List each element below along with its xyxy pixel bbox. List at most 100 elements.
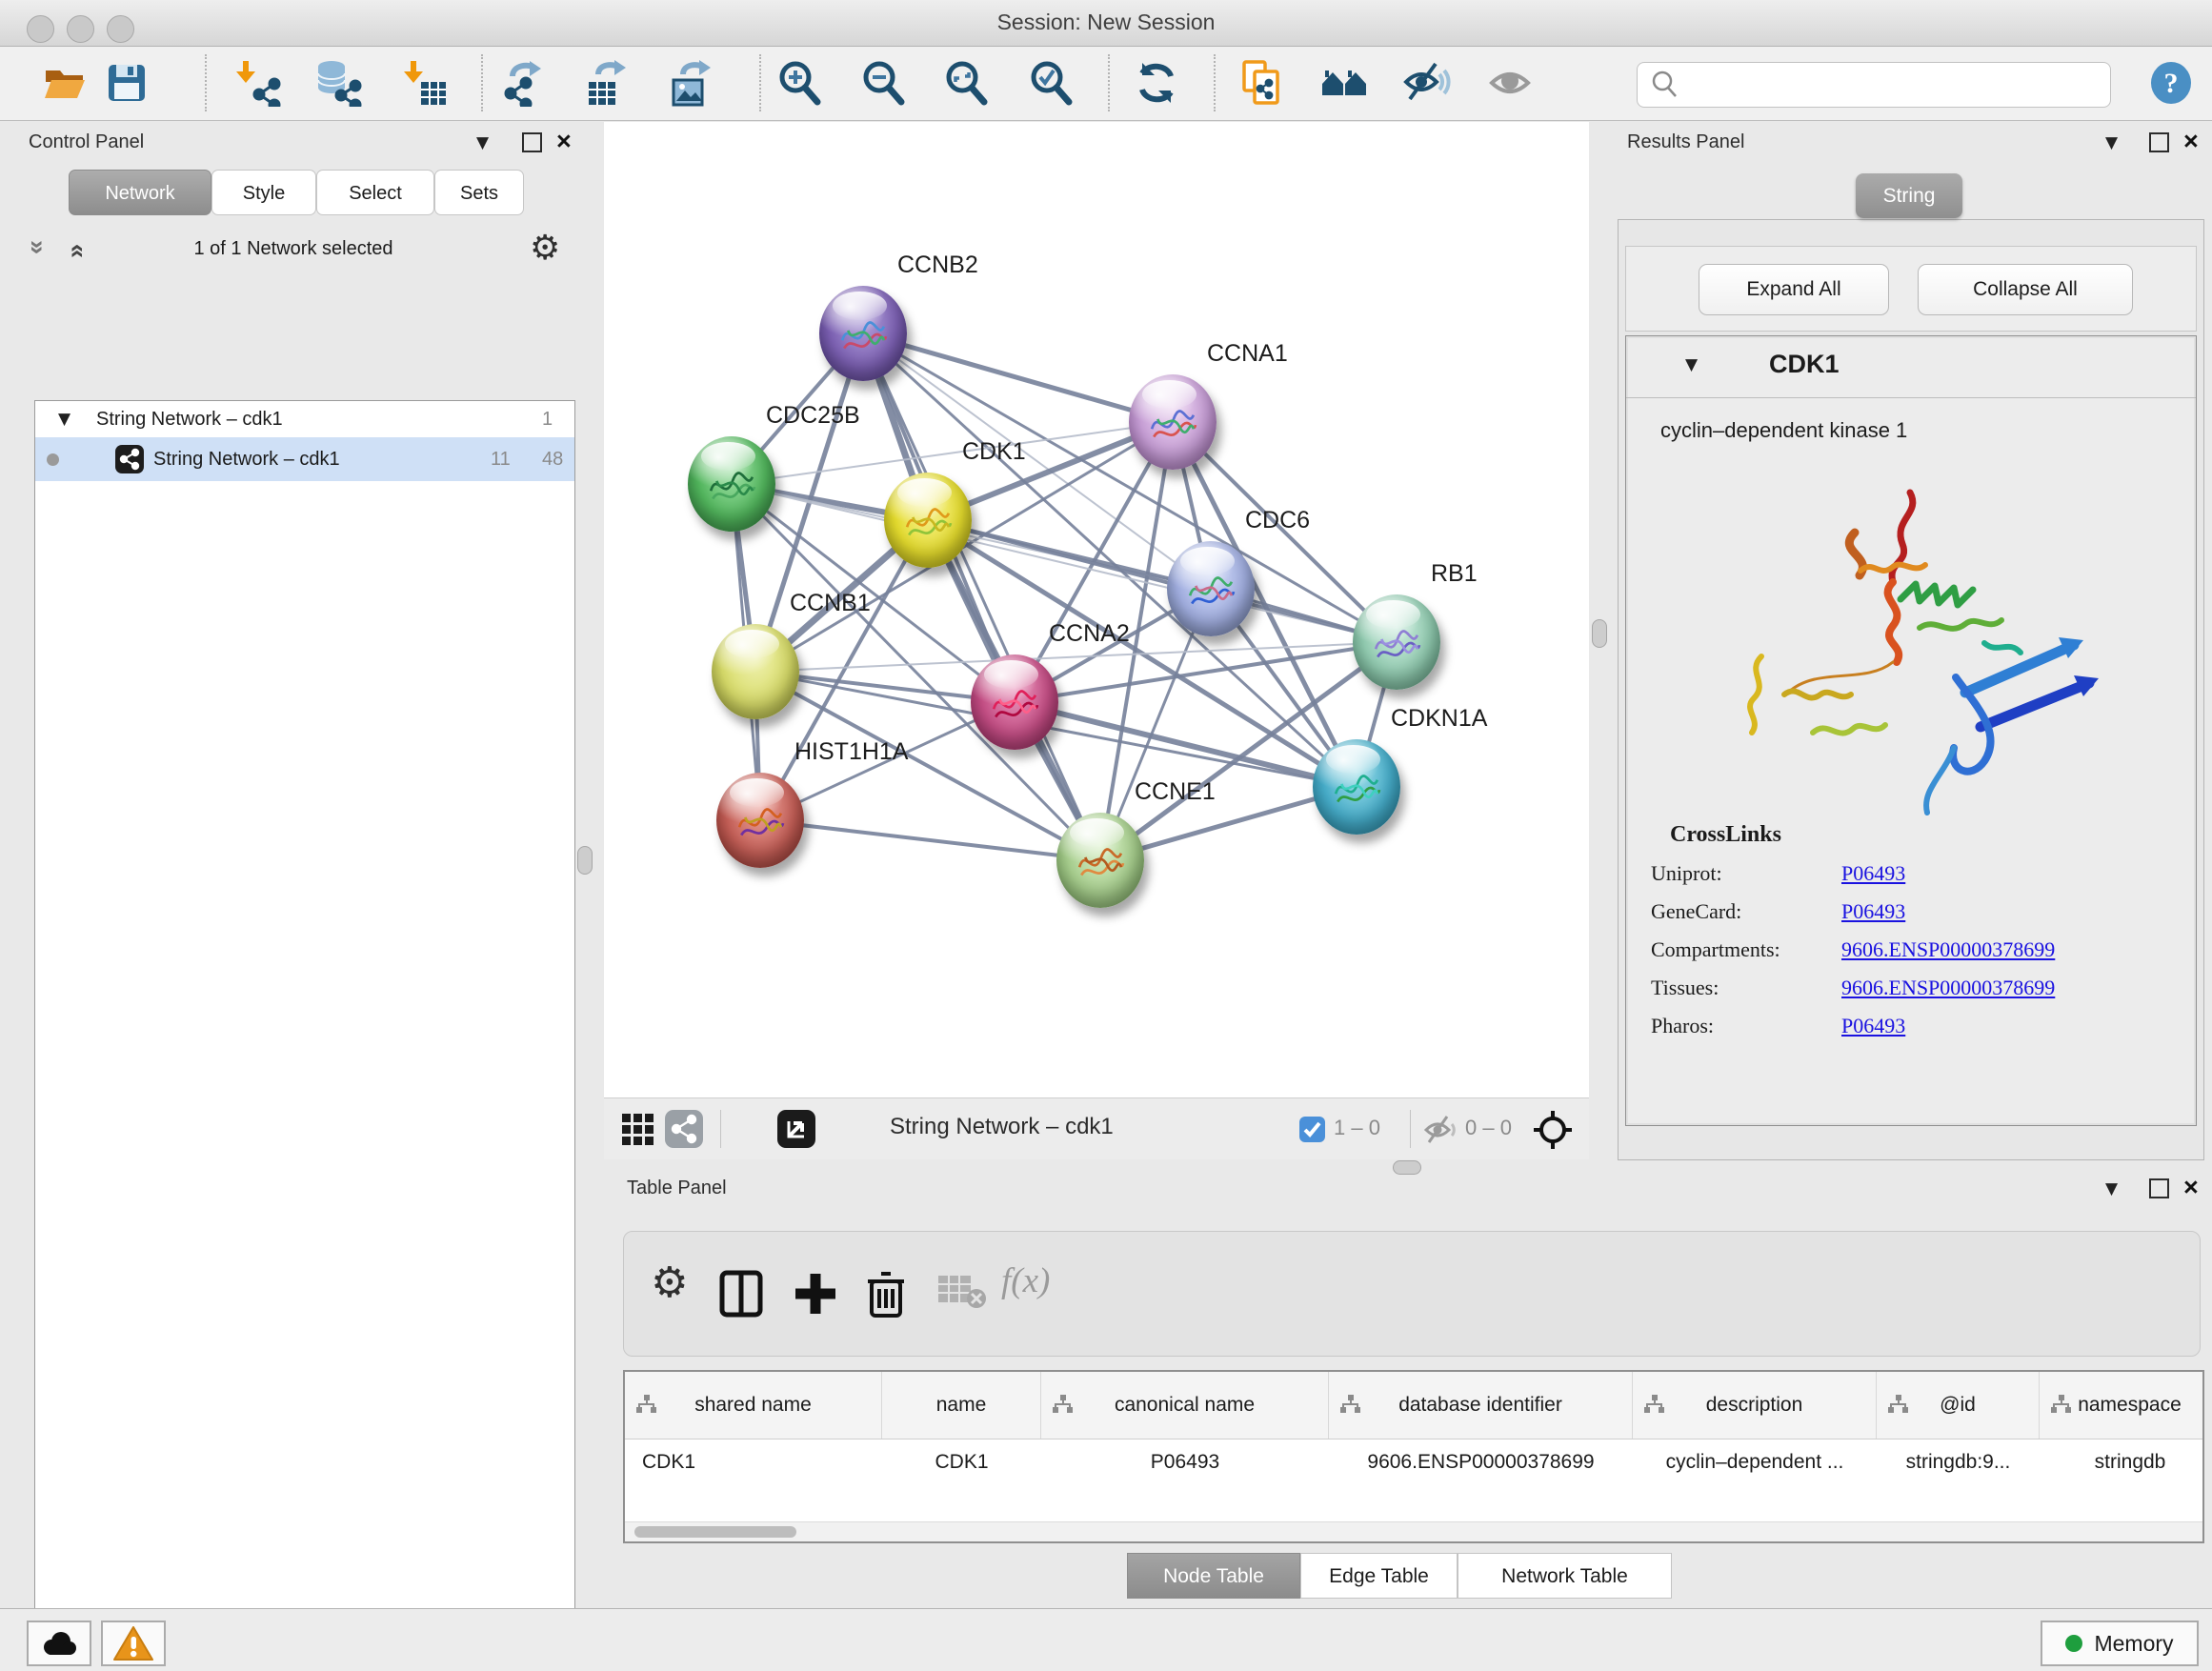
network-row-selected[interactable]: String Network – cdk1 11 48 xyxy=(35,437,574,481)
cell-@id[interactable]: stringdb:9... xyxy=(1877,1439,2040,1486)
network-collection-row[interactable]: ▼ String Network – cdk1 1 xyxy=(35,401,574,437)
network-node-HIST1H1A[interactable] xyxy=(716,773,804,868)
table-settings-gear-icon[interactable]: ⚙ xyxy=(651,1258,688,1307)
cell-canonical-name[interactable]: P06493 xyxy=(1041,1439,1329,1486)
search-box[interactable] xyxy=(1637,62,2111,108)
right-splitter-handle[interactable] xyxy=(1592,619,1607,648)
birds-eye-view-icon[interactable] xyxy=(1533,1110,1573,1155)
panel-collapse-icon[interactable]: ▼ xyxy=(2105,133,2118,152)
tab-string[interactable]: String xyxy=(1856,173,1962,218)
delete-table-icon[interactable] xyxy=(936,1270,986,1317)
cell-namespace[interactable]: stringdb xyxy=(2040,1439,2204,1486)
crosslink-link[interactable]: P06493 xyxy=(1841,1014,1905,1037)
zoom-out-icon[interactable] xyxy=(859,59,907,107)
column-header-namespace[interactable]: namespace xyxy=(2040,1372,2204,1439)
open-session-icon[interactable] xyxy=(41,59,89,107)
collapse-all-button[interactable]: Collapse All xyxy=(1918,264,2133,315)
network-node-CDC25B[interactable] xyxy=(688,436,775,532)
export-network-icon[interactable] xyxy=(501,59,549,107)
delete-column-trash-icon[interactable] xyxy=(864,1270,908,1324)
column-header-description[interactable]: description xyxy=(1633,1372,1877,1439)
network-node-CDK1[interactable] xyxy=(884,473,972,568)
crosslink-link[interactable]: 9606.ENSP00000378699 xyxy=(1841,976,2055,999)
network-canvas[interactable]: CCNB2CCNA1CDC25BCDK1CDC6RB1CCNB1CCNA2CDK… xyxy=(604,122,1589,1097)
network-node-CCNA1[interactable] xyxy=(1129,374,1217,470)
import-network-file-icon[interactable] xyxy=(234,59,282,107)
network-node-CDC6[interactable] xyxy=(1167,541,1255,636)
column-header-canonical-name[interactable]: canonical name xyxy=(1041,1372,1329,1439)
scrollbar-thumb[interactable] xyxy=(634,1526,796,1538)
horizontal-splitter-handle[interactable] xyxy=(1393,1160,1421,1175)
crosslink-link[interactable]: P06493 xyxy=(1841,899,1905,923)
column-header-shared-name[interactable]: shared name xyxy=(625,1372,882,1439)
network-node-RB1[interactable] xyxy=(1353,594,1440,690)
collection-expander-icon[interactable]: ▼ xyxy=(58,401,70,437)
network-node-CDKN1A[interactable] xyxy=(1313,739,1400,835)
export-image-icon[interactable] xyxy=(668,59,715,107)
import-network-database-icon[interactable] xyxy=(314,59,362,107)
crosslink-link[interactable]: 9606.ENSP00000378699 xyxy=(1841,937,2055,961)
collapse-all-networks-icon[interactable]: » xyxy=(23,240,52,254)
tab-node-table[interactable]: Node Table xyxy=(1127,1553,1300,1599)
network-node-CCNE1[interactable] xyxy=(1056,813,1144,908)
cell-shared-name[interactable]: CDK1 xyxy=(625,1439,882,1486)
crosslink-link[interactable]: P06493 xyxy=(1841,861,1905,885)
hide-selected-eye-slash-icon[interactable] xyxy=(1403,59,1451,107)
zoom-selected-icon[interactable] xyxy=(1027,59,1075,107)
cell-database-identifier[interactable]: 9606.ENSP00000378699 xyxy=(1329,1439,1633,1486)
panel-float-icon[interactable] xyxy=(522,132,542,152)
cloud-services-button[interactable] xyxy=(27,1621,91,1666)
import-table-file-icon[interactable] xyxy=(402,59,450,107)
zoom-in-icon[interactable] xyxy=(775,59,823,107)
expand-all-networks-icon[interactable]: » xyxy=(61,244,90,258)
cell-name[interactable]: CDK1 xyxy=(882,1439,1041,1486)
protein-card-header[interactable]: ▼ CDK1 xyxy=(1626,336,2196,398)
cell-description[interactable]: cyclin–dependent ... xyxy=(1633,1439,1877,1486)
collapse-protein-icon[interactable]: ▼ xyxy=(1685,355,1698,374)
tab-select[interactable]: Select xyxy=(316,170,434,215)
show-columns-icon[interactable] xyxy=(719,1270,763,1322)
zoom-fit-icon[interactable] xyxy=(942,59,990,107)
create-column-icon[interactable] xyxy=(794,1270,837,1322)
network-node-CCNA2[interactable] xyxy=(971,654,1058,750)
panel-collapse-icon[interactable]: ▼ xyxy=(476,133,489,152)
column-header-database-identifier[interactable]: database identifier xyxy=(1329,1372,1633,1439)
panel-collapse-icon[interactable]: ▼ xyxy=(2105,1179,2118,1198)
network-node-CCNB1[interactable] xyxy=(712,624,799,719)
tab-network[interactable]: Network xyxy=(69,170,211,215)
expand-all-button[interactable]: Expand All xyxy=(1699,264,1889,315)
panel-float-icon[interactable] xyxy=(2149,1178,2169,1198)
save-session-icon[interactable] xyxy=(103,59,151,107)
network-view-icon[interactable] xyxy=(665,1110,703,1148)
edge-CDK1-RB1[interactable] xyxy=(928,520,1397,642)
warnings-button[interactable] xyxy=(101,1621,166,1666)
panel-close-icon[interactable]: × xyxy=(556,131,572,151)
network-node-CCNB2[interactable] xyxy=(819,286,907,381)
panel-close-icon[interactable]: × xyxy=(2183,131,2199,151)
export-table-icon[interactable] xyxy=(583,59,631,107)
detach-view-icon[interactable] xyxy=(777,1110,815,1148)
memory-button[interactable]: Memory xyxy=(2041,1621,2199,1666)
edge-CCNB2-CCNE1[interactable] xyxy=(863,333,1100,860)
selected-nodes-checkbox-icon[interactable] xyxy=(1299,1117,1325,1142)
tab-network-table[interactable]: Network Table xyxy=(1458,1553,1672,1599)
help-icon[interactable]: ? xyxy=(2149,61,2197,109)
panel-close-icon[interactable]: × xyxy=(2183,1178,2199,1197)
panel-float-icon[interactable] xyxy=(2149,132,2169,152)
network-options-gear-icon[interactable]: ⚙ xyxy=(530,229,560,268)
tab-edge-table[interactable]: Edge Table xyxy=(1300,1553,1458,1599)
search-input[interactable] xyxy=(1687,73,2110,97)
column-header-name[interactable]: name xyxy=(882,1372,1041,1439)
edge-HIST1H1A-CCNE1[interactable] xyxy=(760,820,1100,860)
clone-network-icon[interactable] xyxy=(1238,59,1286,107)
show-all-eye-icon[interactable] xyxy=(1488,59,1536,107)
column-header-@id[interactable]: @id xyxy=(1877,1372,2040,1439)
refresh-icon[interactable] xyxy=(1133,59,1180,107)
home-icon[interactable] xyxy=(1320,59,1368,107)
tab-style[interactable]: Style xyxy=(211,170,316,215)
node-table[interactable]: shared namenamecanonical namedatabase id… xyxy=(623,1370,2204,1543)
grid-view-icon[interactable] xyxy=(619,1110,657,1153)
tab-sets[interactable]: Sets xyxy=(434,170,524,215)
left-splitter-handle[interactable] xyxy=(577,846,593,875)
network-edges[interactable] xyxy=(604,122,1589,1097)
